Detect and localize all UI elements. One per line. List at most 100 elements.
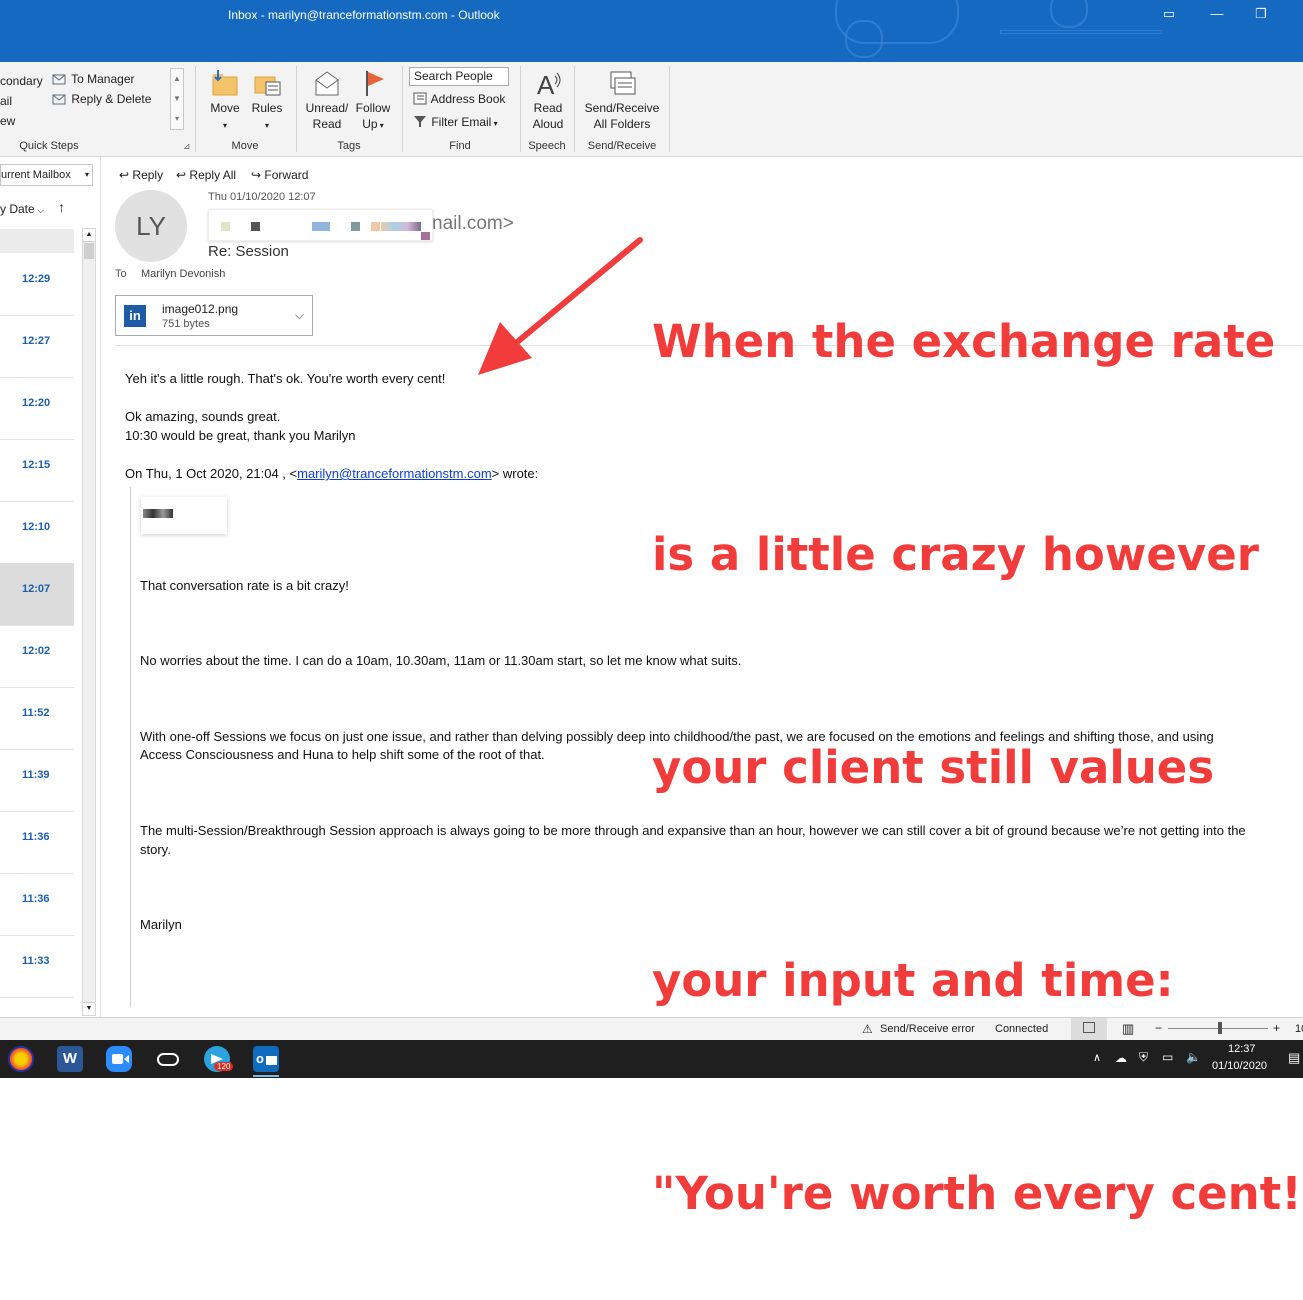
quick-step-email[interactable]: ail [0, 94, 12, 108]
scroll-up-icon[interactable]: ▲ [83, 229, 95, 242]
envelope-open-icon [315, 71, 339, 96]
read-aloud-button[interactable]: A Read Aloud [527, 68, 569, 132]
forward-button[interactable]: ↪ Forward [251, 168, 308, 182]
zoom-in-button[interactable]: + [1273, 1021, 1280, 1035]
attachment-card[interactable]: in image012.png 751 bytes ⌵ [115, 295, 313, 336]
reply-all-icon: ↩ [176, 168, 187, 182]
move-button[interactable]: Move ▾ [206, 68, 244, 134]
list-item[interactable]: 12:20 [0, 377, 74, 440]
reply-button[interactable]: ↩ Reply [119, 168, 163, 182]
unread-read-button[interactable]: Unread/Read [304, 68, 350, 132]
list-item-time: 12:15 [22, 459, 51, 471]
group-label-tags: Tags [337, 140, 361, 152]
list-item[interactable]: 11:39 [0, 749, 74, 812]
follow-up-label: Follow [355, 101, 391, 115]
zoom-out-button[interactable]: − [1155, 1021, 1162, 1035]
taskbar: W 120 o ∧ ☁ ⛨ ▭ 🔈 12:37 01/10/2020 ▤ [0, 1040, 1303, 1078]
list-item-time: 12:20 [22, 397, 51, 409]
quick-step-secondary[interactable]: condary [0, 74, 43, 88]
word-icon[interactable]: W [57, 1046, 83, 1072]
search-scope-dropdown[interactable]: urrent Mailbox ▾ [0, 164, 93, 186]
group-label-move: Move [231, 140, 259, 152]
attachment-name: image012.png [162, 302, 239, 316]
group-label-send-receive: Send/Receive [587, 140, 657, 152]
chevron-down-icon[interactable]: ⌵ [295, 308, 304, 323]
address-book-button[interactable]: Address Book [413, 92, 505, 106]
move-folder-icon [212, 70, 238, 96]
rules-button[interactable]: Rules ▾ [248, 68, 286, 134]
clock-time[interactable]: 12:37 [1228, 1043, 1256, 1055]
minimize-button[interactable]: — [1206, 6, 1228, 21]
app-icon[interactable] [8, 1046, 34, 1072]
list-item[interactable]: 11:36 [0, 873, 74, 936]
redacted-image [141, 497, 227, 534]
list-item[interactable]: 12:02 [0, 625, 74, 688]
active-app-indicator [253, 1075, 279, 1077]
zoom-slider-thumb[interactable] [1218, 1022, 1222, 1034]
quick-step-to-manager[interactable]: To Manager [52, 72, 135, 86]
connection-status: Connected [995, 1023, 1049, 1035]
send-receive-error[interactable]: Send/Receive error [880, 1023, 975, 1035]
attachment-size: 751 bytes [162, 318, 210, 330]
list-item-time: 11:36 [22, 831, 50, 843]
scroll-down-icon[interactable]: ▼ [83, 1002, 95, 1015]
dialog-launcher-icon[interactable]: ⊿ [183, 141, 191, 152]
send-receive-label-2: All Folders [593, 117, 651, 131]
quick-steps-scroll[interactable]: ▲ ▼ ▾ [170, 68, 184, 130]
window-title: Inbox - marilyn@tranceformationstm.com -… [228, 8, 500, 22]
sender-avatar: LY [115, 190, 187, 262]
list-item[interactable]: 12:27 [0, 315, 74, 378]
sort-by-date[interactable]: y Date ⌵ [0, 202, 44, 216]
filter-email-button[interactable]: Filter Email ▾ [413, 115, 498, 129]
status-bar: ⚠ Send/Receive error Connected ▥ − + 10 [0, 1017, 1303, 1040]
chevron-up-icon[interactable]: ∧ [1093, 1051, 1101, 1064]
search-people-input[interactable]: Search People [409, 67, 509, 86]
circuit-decoration [1050, 0, 1088, 28]
sort-direction-icon[interactable]: ↑ [58, 199, 65, 215]
quick-step-to-manager-label: To Manager [71, 72, 135, 86]
annotation-line-2: is a little crazy however [652, 528, 1259, 581]
list-item[interactable]: 12:07 [0, 563, 74, 626]
notification-icon[interactable]: ▤ [1288, 1050, 1300, 1066]
list-header-band [0, 229, 74, 253]
list-item[interactable]: 12:10 [0, 501, 74, 564]
quote-email-link[interactable]: marilyn@tranceformationstm.com [297, 466, 492, 481]
cloud-app-icon[interactable] [155, 1046, 181, 1072]
circuit-decoration [1000, 30, 1162, 34]
volume-icon[interactable]: 🔈 [1186, 1050, 1201, 1064]
list-item-time: 12:29 [22, 273, 51, 285]
read-aloud-icon: A [537, 70, 561, 98]
body-line-3: 10:30 would be great, thank you Marilyn [125, 428, 356, 443]
send-receive-all-button[interactable]: Send/Receive All Folders [582, 68, 662, 132]
list-item-time: 12:10 [22, 521, 51, 533]
network-icon[interactable]: ▭ [1162, 1050, 1173, 1064]
follow-up-button[interactable]: Follow Up ▾ [352, 68, 394, 134]
quick-step-new[interactable]: ew [0, 114, 15, 128]
list-item[interactable]: 11:33 [0, 935, 74, 998]
clock-date[interactable]: 01/10/2020 [1212, 1060, 1267, 1072]
maximize-button[interactable]: ❐ [1250, 6, 1272, 22]
zoom-level[interactable]: 10 [1295, 1023, 1303, 1035]
list-item[interactable]: 12:29 [0, 253, 74, 316]
quote-bar [130, 487, 131, 1007]
title-bar: Inbox - marilyn@tranceformationstm.com -… [0, 0, 1303, 62]
reply-all-button[interactable]: ↩ Reply All [176, 168, 236, 182]
list-item[interactable]: 11:52 [0, 687, 74, 750]
cloud-icon[interactable]: ☁ [1115, 1051, 1127, 1065]
outlook-icon[interactable]: o [253, 1046, 279, 1072]
list-item[interactable]: 11:36 [0, 811, 74, 874]
zoom-app-icon[interactable] [106, 1046, 132, 1072]
reading-view-icon[interactable]: ▥ [1122, 1021, 1134, 1037]
ribbon-display-icon[interactable]: ▭ [1158, 6, 1180, 22]
quote-paragraph-3b: Access Consciousness and Huna to help sh… [140, 747, 545, 762]
list-item-time: 11:33 [22, 955, 50, 967]
quick-step-reply-delete[interactable]: Reply & Delete [52, 92, 151, 106]
message-list-pane: urrent Mailbox ▾ y Date ⌵ ↑ 12:29 12:27 12:… [0, 157, 101, 1017]
security-icon[interactable]: ⛨ [1139, 1050, 1148, 1065]
list-item[interactable]: 12:15 [0, 439, 74, 502]
normal-view-button[interactable] [1071, 1018, 1107, 1040]
list-scrollbar[interactable]: ▲ ▼ [82, 228, 96, 1016]
unread-read-label: Unread/ [305, 101, 349, 115]
scroll-thumb[interactable] [84, 243, 94, 259]
flag-icon [366, 71, 384, 96]
